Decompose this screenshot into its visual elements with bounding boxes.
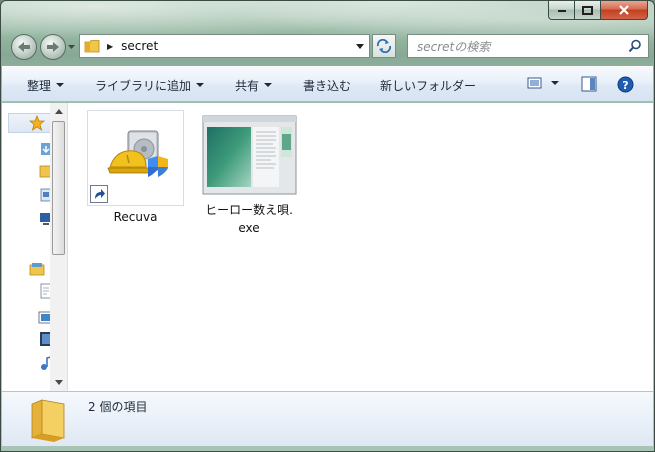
change-view-button[interactable] [527,76,559,90]
search-icon[interactable] [628,39,642,53]
scrollbar-thumb[interactable] [52,121,65,255]
view-icon [527,77,542,89]
explorer-window: ▶ secret secretの検索 整理 ライブラリに追加 共有 書き込む 新… [0,0,655,452]
refresh-button[interactable] [372,34,396,58]
file-item-recuva[interactable]: Recuva [87,110,184,226]
add-to-library-menu[interactable]: ライブラリに追加 [95,77,205,93]
chevron-down-icon [56,83,65,87]
file-item-exe[interactable]: ヒーロー数え唄. exe [198,114,300,237]
burn-label: 書き込む [303,78,352,93]
share-menu[interactable]: 共有 [235,77,273,93]
chevron-down-icon[interactable] [551,81,559,85]
close-icon [619,5,629,15]
help-icon: ? [617,76,634,93]
folder-large-icon [31,399,65,442]
share-label: 共有 [235,78,260,93]
folder-icon [84,40,100,53]
content-area: Recuva ヒーロー数え唄. exe [2,103,653,391]
refresh-icon [376,39,392,53]
command-bar: 整理 ライブラリに追加 共有 書き込む 新しいフォルダー ? [2,66,653,102]
add-to-library-label: ライブラリに追加 [95,78,192,93]
address-bar[interactable]: ▶ secret [79,34,370,58]
help-button[interactable]: ? [617,76,634,93]
back-arrow-icon [18,42,30,52]
scroll-down-arrow-icon[interactable] [55,380,63,385]
address-history-dropdown[interactable] [351,35,369,57]
chevron-down-icon [264,83,273,87]
forward-button[interactable] [40,34,66,60]
svg-text:?: ? [622,79,628,92]
navigation-pane [2,103,68,391]
chevron-down-icon [196,83,205,87]
minimize-button[interactable] [548,1,575,20]
details-pane: 2 個の項目 [2,391,653,446]
breadcrumb-separator[interactable]: ▶ [107,42,113,51]
back-button[interactable] [11,34,37,60]
new-folder-label: 新しいフォルダー [380,78,477,93]
new-folder-button[interactable]: 新しいフォルダー [380,77,476,93]
navigation-bar: ▶ secret secretの検索 [9,32,649,62]
file-thumbnail-frame [87,110,184,206]
breadcrumb-secret[interactable]: secret [121,39,158,53]
item-count: 2 個の項目 [88,400,148,414]
recent-pages-dropdown[interactable] [67,42,76,51]
preview-pane-button[interactable] [581,76,597,92]
file-name: ヒーロー数え唄. exe [198,201,300,237]
organize-label: 整理 [27,78,52,93]
scroll-up-arrow-icon[interactable] [55,109,63,114]
navigation-pane-scrollbar[interactable] [50,103,67,391]
close-button[interactable] [601,1,648,20]
shortcut-arrow-icon [95,189,105,199]
minimize-icon [557,10,566,12]
shortcut-overlay-icon [90,185,108,203]
burn-button[interactable]: 書き込む [303,77,351,93]
forward-arrow-icon [47,42,59,52]
favorites-star-icon[interactable] [29,115,45,131]
chevron-down-icon [356,43,364,49]
search-placeholder: secretの検索 [417,39,491,54]
caption-buttons [548,1,648,21]
preview-pane-icon [581,76,597,92]
exe-thumbnail-icon [202,115,296,195]
libraries-icon[interactable] [29,261,45,277]
search-input[interactable]: secretの検索 [407,34,649,58]
organize-menu[interactable]: 整理 [27,77,65,93]
maximize-icon [582,5,593,15]
file-name: Recuva [113,210,158,224]
file-name-line-2: exe [238,221,260,235]
chevron-down-icon [68,44,75,49]
maximize-button[interactable] [575,1,601,20]
file-name-line-1: ヒーロー数え唄. [205,203,293,217]
